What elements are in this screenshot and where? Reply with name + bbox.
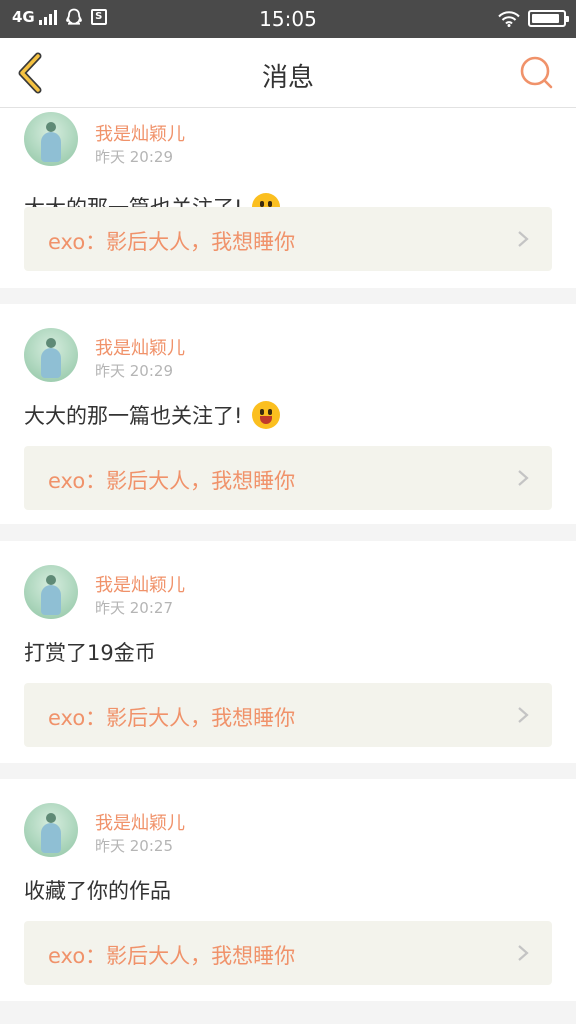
message-card[interactable]: 我是灿颖儿 昨天 20:29 大大的那一篇也关注了! exo：影后大人，我想睡你 <box>0 108 576 288</box>
navigation-bar: 消息 <box>0 38 576 108</box>
message-text: 打赏了19金币 <box>24 637 156 667</box>
search-icon[interactable] <box>518 54 556 92</box>
message-time: 昨天 20:25 <box>95 837 173 855</box>
message-time: 昨天 20:27 <box>95 599 173 617</box>
battery-level <box>532 14 559 23</box>
status-bar: 4G S 15:05 <box>0 0 576 38</box>
avatar[interactable] <box>24 112 78 166</box>
referenced-work[interactable]: exo：影后大人，我想睡你 <box>24 683 552 747</box>
avatar[interactable] <box>24 803 78 857</box>
message-card[interactable]: 我是灿颖儿 昨天 20:29 大大的那一篇也关注了! exo：影后大人，我想睡你 <box>0 304 576 524</box>
message-text-content: 收藏了你的作品 <box>24 879 171 903</box>
message-card[interactable]: 我是灿颖儿 昨天 20:27 打赏了19金币 exo：影后大人，我想睡你 <box>0 541 576 763</box>
battery-icon <box>528 10 569 27</box>
referenced-work[interactable]: exo：影后大人，我想睡你 <box>24 446 552 510</box>
referenced-work-title: exo：影后大人，我想睡你 <box>48 230 296 254</box>
chevron-right-icon <box>518 231 529 247</box>
referenced-work-title: exo：影后大人，我想睡你 <box>48 469 296 493</box>
avatar[interactable] <box>24 328 78 382</box>
message-text: 大大的那一篇也关注了! <box>24 400 281 430</box>
sender-name[interactable]: 我是灿颖儿 <box>95 120 185 146</box>
message-list[interactable]: 我是灿颖儿 昨天 20:29 大大的那一篇也关注了! exo：影后大人，我想睡你… <box>0 108 576 1024</box>
avatar[interactable] <box>24 565 78 619</box>
chevron-right-icon <box>518 945 529 961</box>
sender-name[interactable]: 我是灿颖儿 <box>95 334 185 360</box>
clock: 15:05 <box>259 7 317 31</box>
message-card[interactable]: 我是灿颖儿 昨天 20:25 收藏了你的作品 exo：影后大人，我想睡你 <box>0 779 576 1001</box>
page-title: 消息 <box>261 63 314 93</box>
wifi-icon <box>498 10 520 27</box>
sender-name[interactable]: 我是灿颖儿 <box>95 809 185 835</box>
referenced-work[interactable]: exo：影后大人，我想睡你 <box>24 207 552 271</box>
referenced-work-title: exo：影后大人，我想睡你 <box>48 944 296 968</box>
grinning-emoji-icon <box>252 401 281 429</box>
message-text-content: 打赏了19金币 <box>24 641 156 665</box>
chevron-right-icon <box>518 707 529 723</box>
message-text-content: 大大的那一篇也关注了! <box>24 404 243 428</box>
message-time: 昨天 20:29 <box>95 148 173 166</box>
message-time: 昨天 20:29 <box>95 362 173 380</box>
sender-name[interactable]: 我是灿颖儿 <box>95 571 185 597</box>
referenced-work-title: exo：影后大人，我想睡你 <box>48 706 296 730</box>
message-text: 收藏了你的作品 <box>24 875 171 905</box>
referenced-work[interactable]: exo：影后大人，我想睡你 <box>24 921 552 985</box>
chevron-right-icon <box>518 470 529 486</box>
